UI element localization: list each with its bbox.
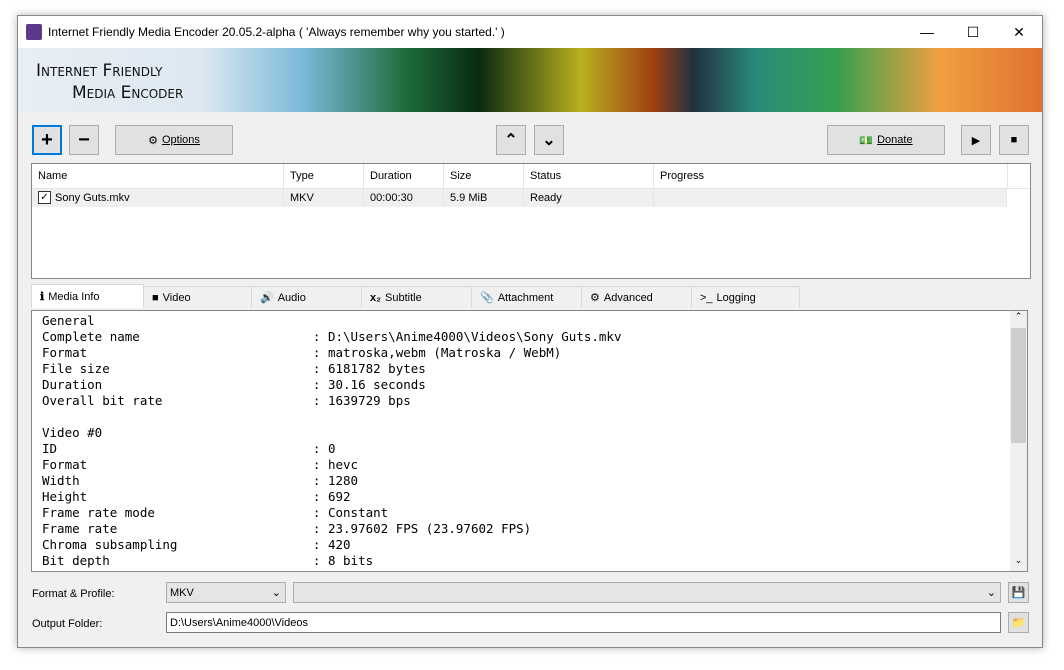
chevron-down-icon: ⌄ [271,587,281,599]
move-up-button[interactable]: ⌃ [496,125,526,155]
browse-folder-button[interactable]: 📁 [1008,612,1029,633]
gears-icon: ⚙ [148,134,158,147]
scrollbar[interactable]: ⌃ ⌄ [1010,311,1027,571]
media-info-text: General Complete name : D:\Users\Anime40… [42,313,622,568]
speaker-icon: 🔊 [260,292,274,304]
tab-bar: ℹ Media Info ■ Video 🔊 Audio x₂ Subtitle 📎 At… [31,284,800,308]
tab-advanced[interactable]: ⚙ Advanced [581,286,692,308]
chevron-down-icon: ⌄ [986,587,996,599]
tab-logging[interactable]: >_ Logging [691,286,800,308]
col-status[interactable]: Status [524,164,654,188]
tab-attachment[interactable]: 📎 Attachment [471,286,582,308]
close-button[interactable]: ✕ [996,16,1042,48]
subscript-icon: x₂ [370,291,382,304]
scroll-down-icon[interactable]: ⌄ [1010,555,1027,571]
money-icon: 💵 [859,134,874,147]
video-camera-icon: ■ [152,291,159,304]
banner: Internet Friendly Media Encoder [18,48,1042,112]
paperclip-icon: 📎 [480,292,494,304]
info-icon: ℹ [40,291,45,303]
col-progress[interactable]: Progress [654,164,1008,188]
gear-icon: ⚙ [590,292,600,304]
window-title: Internet Friendly Media Encoder 20.05.2-… [48,25,505,39]
main-window: Internet Friendly Media Encoder 20.05.2-… [17,15,1043,648]
terminal-icon: >_ [700,291,713,304]
scroll-thumb[interactable] [1011,328,1026,443]
media-info-panel[interactable]: General Complete name : D:\Users\Anime40… [31,310,1028,572]
banner-logo: Internet Friendly Media Encoder [36,61,184,103]
floppy-disk-icon: 💾 [1011,587,1026,599]
app-icon [26,24,42,40]
queue-header: Name Type Duration Size Status Progress [32,164,1030,189]
remove-button[interactable]: − [69,125,99,155]
save-profile-button[interactable]: 💾 [1008,582,1029,603]
col-duration[interactable]: Duration [364,164,444,188]
tab-subtitle[interactable]: x₂ Subtitle [361,286,472,308]
format-select[interactable]: MKV ⌄ [166,582,286,603]
output-folder-input[interactable]: D:\Users\Anime4000\Videos [166,612,1001,633]
row-checkbox[interactable]: ✓ [38,191,51,204]
start-button[interactable]: ▶ [961,125,991,155]
tab-video[interactable]: ■ Video [143,286,252,308]
col-size[interactable]: Size [444,164,524,188]
options-button[interactable]: ⚙ Options [115,125,233,155]
tab-audio[interactable]: 🔊 Audio [251,286,362,308]
folder-icon: 📁 [1011,617,1026,629]
donate-button[interactable]: 💵 Donate [827,125,945,155]
title-bar: Internet Friendly Media Encoder 20.05.2-… [18,16,1042,48]
output-folder-label: Output Folder: [32,618,103,630]
col-type[interactable]: Type [284,164,364,188]
add-button[interactable]: + [32,125,62,155]
maximize-button[interactable]: ☐ [950,16,996,48]
col-name[interactable]: Name [32,164,284,188]
table-row[interactable]: ✓ Sony Guts.mkv MKV 00:00:30 5.9 MiB Read… [32,189,1007,207]
stop-button[interactable]: ■ [999,125,1029,155]
queue-list[interactable]: Name Type Duration Size Status Progress … [31,163,1031,279]
minimize-button[interactable]: — [904,16,950,48]
move-down-button[interactable]: ⌄ [534,125,564,155]
scroll-up-icon[interactable]: ⌃ [1010,311,1027,327]
format-label: Format & Profile: [32,588,115,600]
tab-media-info[interactable]: ℹ Media Info [31,284,144,308]
profile-select[interactable]: ⌄ [293,582,1001,603]
